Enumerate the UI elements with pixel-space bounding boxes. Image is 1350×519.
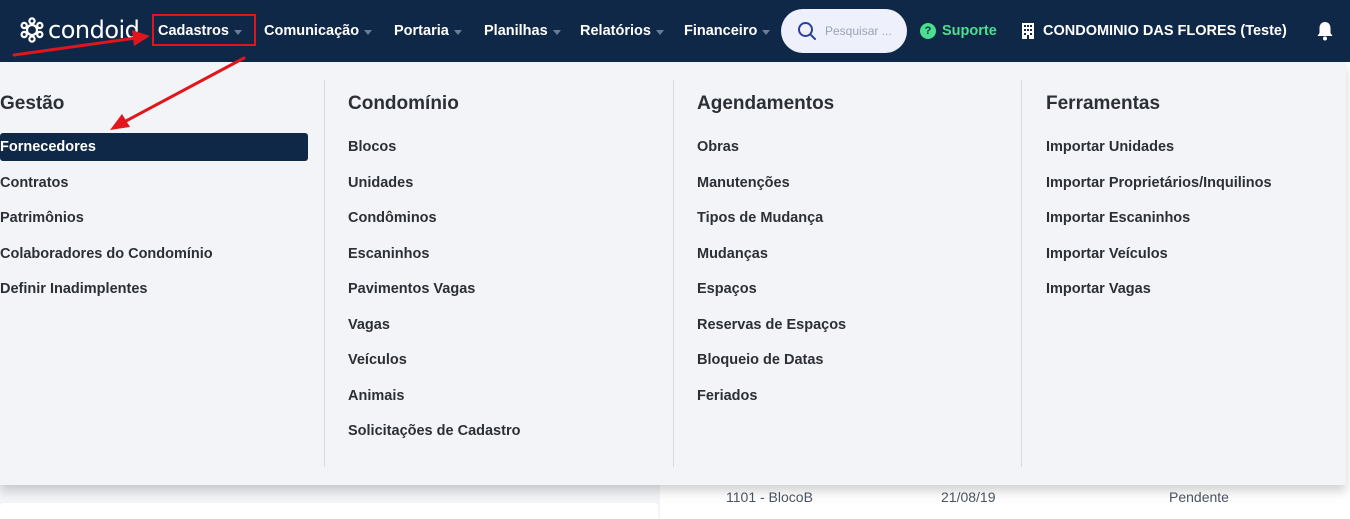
condominium-name: CONDOMINIO DAS FLORES (Teste) (1043, 23, 1287, 39)
menu-item-label: Animais (348, 388, 405, 404)
table-cell-unit: 1101 - BlocoB (726, 489, 813, 505)
menu-item-contratos[interactable]: Contratos (0, 169, 68, 197)
annotation-highlight-box (152, 14, 256, 46)
menu-item-label: Contratos (0, 175, 69, 191)
menu-item-patrimonios[interactable]: Patrimônios (0, 204, 84, 232)
menu-item-fornecedores[interactable]: Fornecedores (0, 133, 308, 161)
building-icon (1022, 23, 1034, 39)
help-circle-icon: ? (920, 23, 936, 39)
menu-item-solicitacoes-cadastro[interactable]: Solicitações de Cadastro (348, 417, 520, 445)
menu-item-importar-veiculos[interactable]: Importar Veículos (1046, 240, 1168, 268)
menu-item-veiculos[interactable]: Veículos (348, 346, 407, 374)
chevron-down-icon (762, 29, 771, 35)
menu-item-label: Solicitações de Cadastro (348, 423, 521, 439)
menu-item-importar-vagas[interactable]: Importar Vagas (1046, 275, 1151, 303)
menu-item-label: Patrimônios (0, 210, 84, 226)
menu-item-label: Blocos (348, 139, 397, 155)
menu-item-importar-unidades[interactable]: Importar Unidades (1046, 133, 1174, 161)
chevron-down-icon (552, 29, 561, 35)
column-divider (324, 80, 325, 467)
menu-item-manutencoes[interactable]: Manutenções (697, 169, 790, 197)
menu-item-unidades[interactable]: Unidades (348, 169, 413, 197)
nav-financeiro[interactable]: Financeiro (684, 0, 771, 62)
menu-item-label: Condôminos (348, 210, 437, 226)
menu-item-condominos[interactable]: Condôminos (348, 204, 437, 232)
menu-column-title: Condomínio (348, 93, 459, 114)
menu-column-ferramentas: Ferramentas Importar Unidades Importar P… (1046, 62, 1341, 485)
nav-financeiro-label: Financeiro (684, 23, 758, 39)
menu-column-agendamentos: Agendamentos Obras Manutenções Tipos de … (697, 62, 1017, 485)
menu-item-tipos-mudanca[interactable]: Tipos de Mudança (697, 204, 823, 232)
page-card (0, 503, 658, 519)
menu-column-title: Gestão (0, 93, 65, 114)
menu-item-label: Importar Unidades (1046, 139, 1175, 155)
chevron-down-icon (453, 29, 462, 35)
menu-item-obras[interactable]: Obras (697, 133, 739, 161)
table-cell-date: 21/08/19 (941, 489, 996, 505)
nav-portaria[interactable]: Portaria (394, 0, 462, 62)
chevron-down-icon (655, 29, 664, 35)
brand-name: condoid (48, 16, 140, 44)
menu-item-label: Importar Escaninhos (1046, 210, 1191, 226)
menu-item-definir-inadimplentes[interactable]: Definir Inadimplentes (0, 275, 147, 303)
menu-item-blocos[interactable]: Blocos (348, 133, 396, 161)
menu-item-importar-proprietarios[interactable]: Importar Proprietários/Inquilinos (1046, 169, 1272, 197)
menu-item-label: Tipos de Mudança (697, 210, 824, 226)
menu-item-label: Escaninhos (348, 246, 430, 262)
menu-item-mudancas[interactable]: Mudanças (697, 240, 768, 268)
menu-item-label: Colaboradores do Condomínio (0, 246, 213, 262)
bell-icon[interactable] (1316, 21, 1334, 41)
column-divider (673, 80, 674, 467)
nav-portaria-label: Portaria (394, 23, 449, 39)
menu-item-label: Bloqueio de Datas (697, 352, 824, 368)
table-cell-status: Pendente (1169, 489, 1229, 505)
menu-item-feriados[interactable]: Feriados (697, 382, 757, 410)
menu-item-reservas-espacos[interactable]: Reservas de Espaços (697, 311, 846, 339)
menu-item-label: Importar Veículos (1046, 246, 1168, 262)
nav-planilhas-label: Planilhas (484, 23, 548, 39)
menu-item-label: Importar Proprietários/Inquilinos (1046, 175, 1272, 191)
condoid-logo-icon (20, 17, 44, 43)
menu-item-label: Espaços (697, 281, 757, 297)
menu-item-label: Reservas de Espaços (697, 317, 847, 333)
menu-item-pavimentos-vagas[interactable]: Pavimentos Vagas (348, 275, 475, 303)
nav-relatorios[interactable]: Relatórios (580, 0, 664, 62)
nav-planilhas[interactable]: Planilhas (484, 0, 561, 62)
menu-column-condominio: Condomínio Blocos Unidades Condôminos Es… (348, 62, 668, 485)
menu-item-label: Vagas (348, 317, 390, 333)
menu-item-label: Obras (697, 139, 739, 155)
nav-relatorios-label: Relatórios (580, 23, 651, 39)
column-divider (1021, 80, 1022, 467)
menu-item-label: Mudanças (697, 246, 768, 262)
menu-item-label: Feriados (697, 388, 758, 404)
menu-item-importar-escaninhos[interactable]: Importar Escaninhos (1046, 204, 1190, 232)
menu-item-vagas[interactable]: Vagas (348, 311, 390, 339)
menu-item-espacos[interactable]: Espaços (697, 275, 757, 303)
menu-column-title: Agendamentos (697, 93, 835, 114)
search-input[interactable] (825, 24, 895, 38)
menu-item-label: Manutenções (697, 175, 790, 191)
condominium-selector[interactable]: CONDOMINIO DAS FLORES (Teste) (1021, 0, 1287, 62)
menu-item-colaboradores[interactable]: Colaboradores do Condomínio (0, 240, 213, 268)
menu-column-gestao: Gestão Fornecedores Contratos Patrimônio… (0, 62, 324, 485)
menu-item-escaninhos[interactable]: Escaninhos (348, 240, 429, 268)
menu-item-bloqueio-datas[interactable]: Bloqueio de Datas (697, 346, 824, 374)
menu-item-label: Fornecedores (0, 139, 96, 155)
menu-item-label: Pavimentos Vagas (348, 281, 476, 297)
menu-item-label: Definir Inadimplentes (0, 281, 148, 297)
support-link[interactable]: ? Suporte (920, 0, 997, 62)
menu-item-label: Importar Vagas (1046, 281, 1151, 297)
nav-comunicacao-label: Comunicação (264, 23, 360, 39)
menu-column-title: Ferramentas (1046, 93, 1161, 114)
menu-item-label: Unidades (348, 175, 414, 191)
menu-item-label: Veículos (348, 352, 407, 368)
chevron-down-icon (364, 29, 373, 35)
search-icon (798, 22, 816, 40)
brand-logo[interactable]: condoid (18, 14, 140, 46)
search-box[interactable] (781, 9, 907, 53)
menu-item-animais[interactable]: Animais (348, 382, 404, 410)
cadastros-mega-menu: Gestão Fornecedores Contratos Patrimônio… (0, 62, 1346, 485)
nav-comunicacao[interactable]: Comunicação (264, 0, 373, 62)
support-label: Suporte (942, 23, 997, 39)
